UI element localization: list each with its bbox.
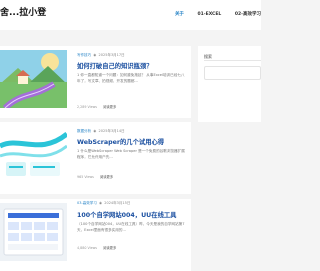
post-footer: 4,880 Views 阅读更多 — [77, 245, 116, 250]
post-excerpt: （100个自学网站004，UU在线工具）昨，今天是我的自学网站第7天，Excel… — [77, 222, 185, 232]
main-nav: 关于 01-EXCEL 02-高效学习 — [163, 11, 261, 17]
post-date: 2025年3月17日 — [98, 53, 125, 57]
post-views: 965 Views — [77, 175, 94, 179]
read-more-link[interactable]: 阅读更多 — [103, 105, 116, 109]
site-logo[interactable]: 舍...拉小登 — [0, 5, 46, 18]
post-card: 写作技巧 ◉ 2025年3月17日 如何打破自己的知识瓶颈？ 1 你一直都知道一… — [0, 46, 191, 118]
post-footer: 2,289 Views 阅读更多 — [77, 104, 116, 109]
post-meta: 03-高效学习 ◉ 2024年3月15日 — [77, 201, 131, 205]
post-date: 2024年3月15日 — [104, 201, 131, 205]
post-title[interactable]: 100个自学网站004，UU在线工具 — [77, 210, 176, 219]
post-footer: 965 Views 阅读更多 — [77, 174, 113, 179]
nav-item-learning[interactable]: 02-高效学习 — [235, 12, 261, 17]
post-category[interactable]: 03-高效学习 — [77, 201, 97, 205]
post-excerpt: 1 什么是WebScraper Web Scraper 是一个免费的谷歌浏览器扩… — [77, 149, 185, 159]
post-card: 数据分析 ◉ 2025年3月14日 WebScraper的几个试用心得 1 什么… — [0, 122, 191, 194]
post-date: 2025年3月14日 — [98, 129, 125, 133]
nav-item-excel[interactable]: 01-EXCEL — [198, 12, 222, 17]
read-more-link[interactable]: 阅读更多 — [100, 175, 113, 179]
post-thumbnail[interactable] — [0, 126, 67, 184]
nav-item-about[interactable]: 关于 — [175, 12, 184, 17]
post-meta: 数据分析 ◉ 2025年3月14日 — [77, 129, 125, 133]
divider — [204, 60, 261, 61]
post-category[interactable]: 写作技巧 — [77, 53, 91, 57]
post-title[interactable]: WebScraper的几个试用心得 — [77, 137, 164, 146]
post-thumbnail[interactable] — [0, 203, 67, 261]
post-title[interactable]: 如何打破自己的知识瓶颈？ — [77, 61, 153, 70]
site-header: 舍...拉小登 关于 01-EXCEL 02-高效学习 — [0, 0, 261, 30]
post-meta: 写作技巧 ◉ 2025年3月17日 — [77, 53, 125, 57]
read-more-link[interactable]: 阅读更多 — [103, 246, 116, 250]
post-card: 03-高效学习 ◉ 2024年3月15日 100个自学网站004，UU在线工具 … — [0, 199, 191, 271]
post-thumbnail[interactable] — [0, 50, 67, 108]
post-category[interactable]: 数据分析 — [77, 129, 91, 133]
search-input[interactable] — [204, 66, 261, 80]
sidebar-search-widget: 搜索 — [198, 46, 261, 122]
post-views: 2,289 Views — [77, 105, 98, 109]
post-views: 4,880 Views — [77, 246, 98, 250]
post-excerpt: 1 你一直都知道一个问题：如何避免拖延？ 从事Excel培训已经七八年了，写文章… — [77, 73, 185, 83]
